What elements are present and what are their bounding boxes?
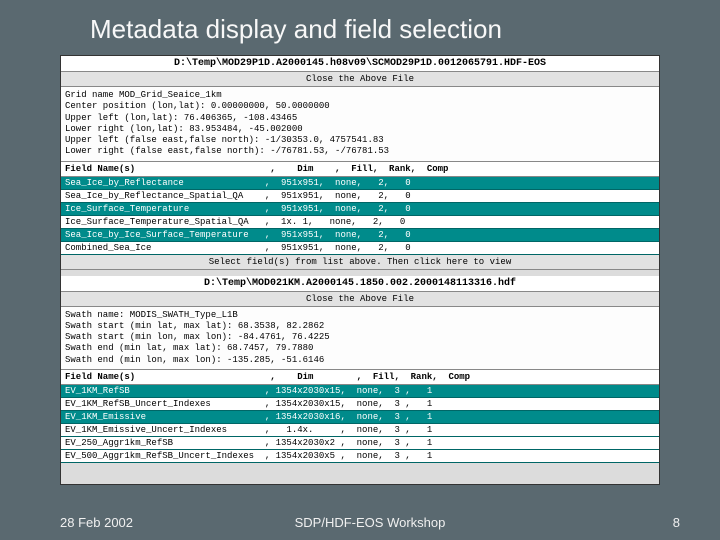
view-instruction[interactable]: Select field(s) from list above. Then cl… — [61, 255, 659, 270]
field-list-1: Sea_Ice_by_Reflectance , 951x951, none, … — [61, 177, 659, 255]
field-row[interactable]: EV_1KM_RefSB_Uncert_Indexes , 1354x2030x… — [61, 398, 659, 411]
close-button-1[interactable]: Close the Above File — [61, 72, 659, 87]
field-row[interactable]: EV_250_Aggr1km_RefSB , 1354x2030x2 , non… — [61, 437, 659, 450]
field-row[interactable]: Combined_Sea_Ice , 951x951, none, 2, 0 — [61, 242, 659, 255]
field-row[interactable]: EV_1KM_Emissive , 1354x2030x16, none, 3 … — [61, 411, 659, 424]
close-button-2[interactable]: Close the Above File — [61, 292, 659, 307]
field-row[interactable]: EV_500_Aggr1km_RefSB_Uncert_Indexes , 13… — [61, 450, 659, 463]
field-row[interactable]: EV_1KM_RefSB , 1354x2030x15, none, 3 , 1 — [61, 385, 659, 398]
field-row[interactable]: Sea_Ice_by_Reflectance , 951x951, none, … — [61, 177, 659, 190]
file-path-2: D:\Temp\MOD021KM.A2000145.1850.002.20001… — [61, 276, 659, 292]
metadata-panel: D:\Temp\MOD29P1D.A2000145.h08v09\SCMOD29… — [60, 55, 660, 485]
field-list-2: EV_1KM_RefSB , 1354x2030x15, none, 3 , 1… — [61, 385, 659, 463]
slide-title: Metadata display and field selection — [0, 0, 720, 55]
metadata-block-2: Swath name: MODIS_SWATH_Type_L1B Swath s… — [61, 307, 659, 370]
field-row[interactable]: Ice_Surface_Temperature , 951x951, none,… — [61, 203, 659, 216]
slide-footer: 28 Feb 2002 SDP/HDF-EOS Workshop 8 — [60, 515, 680, 530]
field-row[interactable]: Ice_Surface_Temperature_Spatial_QA , 1x.… — [61, 216, 659, 229]
field-row[interactable]: Sea_Ice_by_Reflectance_Spatial_QA , 951x… — [61, 190, 659, 203]
footer-venue: SDP/HDF-EOS Workshop — [60, 515, 680, 530]
field-row[interactable]: Sea_Ice_by_Ice_Surface_Temperature , 951… — [61, 229, 659, 242]
field-row[interactable]: EV_1KM_Emissive_Uncert_Indexes , 1.4x. ,… — [61, 424, 659, 437]
field-header-1: Field Name(s) , Dim , Fill, Rank, Comp — [61, 162, 659, 177]
metadata-block-1: Grid name MOD_Grid_Seaice_1km Center pos… — [61, 87, 659, 162]
field-header-2: Field Name(s) , Dim , Fill, Rank, Comp — [61, 370, 659, 385]
file-path-1: D:\Temp\MOD29P1D.A2000145.h08v09\SCMOD29… — [61, 56, 659, 72]
